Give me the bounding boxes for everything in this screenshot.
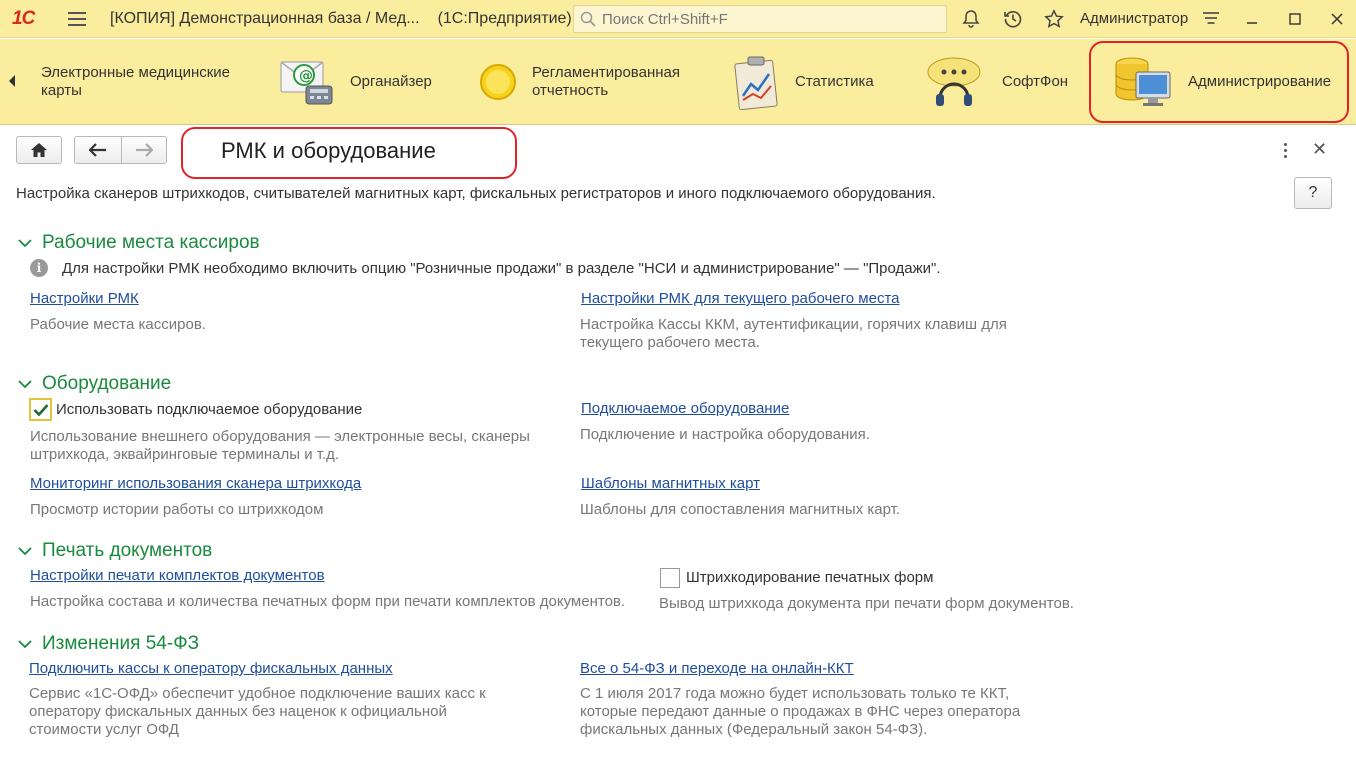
group-title: Рабочие места кассиров — [42, 232, 260, 253]
rmk-settings-link[interactable]: Настройки РМК — [30, 290, 139, 307]
note-line: Использование внешнего оборудования — эл… — [30, 428, 530, 445]
settings-menu-icon[interactable] — [1200, 8, 1222, 30]
info-text: Для настройки РМК необходимо включить оп… — [62, 259, 941, 277]
svg-text:@: @ — [299, 68, 313, 84]
back-button[interactable] — [74, 136, 122, 164]
notifications-bell-icon[interactable] — [960, 8, 982, 30]
chevron-down-icon — [18, 239, 32, 248]
section-medical-cards[interactable]: Электронные медицинские карты — [41, 39, 241, 125]
note-line: Сервис «1С-ОФД» обеспечит удобное подклю… — [29, 685, 486, 702]
about-54fz-note: С 1 июля 2017 года можно будет использов… — [580, 685, 1020, 739]
group-54fz-header[interactable]: Изменения 54-ФЗ — [18, 633, 199, 655]
database-title: [КОПИЯ] Демонстрационная база / Мед... — [110, 10, 420, 27]
platform-title: (1С:Предприятие) — [437, 10, 572, 27]
connect-ofd-link[interactable]: Подключить кассы к оператору фискальных … — [29, 660, 393, 677]
note-line: текущего рабочего места. — [580, 334, 760, 351]
group-title: Оборудование — [42, 373, 172, 394]
scroll-left-arrow-icon[interactable] — [6, 73, 18, 89]
barcode-print-forms-label[interactable]: Штрихкодирование печатных форм — [686, 569, 933, 586]
favorites-star-icon[interactable] — [1043, 8, 1065, 30]
forward-button[interactable] — [121, 136, 167, 164]
reporting-icon — [480, 64, 516, 100]
more-actions-icon[interactable] — [1278, 140, 1292, 160]
group-printing-header[interactable]: Печать документов — [18, 540, 212, 562]
title-highlight — [181, 127, 517, 179]
rmk-current-workplace-link[interactable]: Настройки РМК для текущего рабочего мест… — [581, 290, 900, 307]
section-label: Статистика — [795, 73, 874, 90]
group-cashiers-header[interactable]: Рабочие места кассиров — [18, 232, 260, 254]
note-line: стоимости услуг ОФД — [29, 721, 179, 738]
search-icon — [580, 11, 596, 27]
group-title: Печать документов — [42, 540, 213, 561]
connected-equipment-note: Подключение и настройка оборудования. — [580, 426, 870, 443]
section-statistics[interactable]: Статистика — [733, 39, 874, 125]
connect-ofd-note: Сервис «1С-ОФД» обеспечит удобное подклю… — [29, 685, 486, 739]
group-equipment-header[interactable]: Оборудование — [18, 373, 171, 395]
section-label: СофтФон — [1002, 73, 1069, 90]
chevron-down-icon — [18, 547, 32, 556]
help-button[interactable]: ? — [1294, 177, 1332, 209]
checkmark-icon — [33, 403, 48, 416]
section-label: Органайзер — [350, 73, 432, 90]
about-54fz-link[interactable]: Все о 54-ФЗ и переходе на онлайн-ККТ — [580, 660, 854, 677]
section-regulated-reporting[interactable]: Регламентированная отчетность — [478, 39, 702, 125]
forward-arrow-icon — [136, 143, 153, 157]
note-line: штрихкода, эквайринговые терминалы и т.д… — [30, 446, 340, 463]
barcode-print-forms-checkbox[interactable] — [660, 568, 680, 588]
print-sets-settings-note: Настройка состава и количества печатных … — [30, 593, 626, 610]
note-line: С 1 июля 2017 года можно будет использов… — [580, 685, 1010, 702]
search-input[interactable] — [602, 10, 932, 28]
chevron-down-icon — [18, 640, 32, 649]
search-box[interactable] — [573, 5, 947, 33]
note-line: фискальных данных (Федеральный закон 54-… — [580, 721, 928, 738]
rmk-settings-note: Рабочие места кассиров. — [30, 316, 206, 333]
use-equipment-note: Использование внешнего оборудования — эл… — [30, 428, 530, 464]
use-equipment-checkbox[interactable] — [29, 398, 52, 421]
section-label: Электронные медицинские карты — [41, 64, 231, 99]
window-close-icon[interactable] — [1326, 8, 1348, 30]
print-sets-settings-link[interactable]: Настройки печати комплектов документов — [30, 567, 325, 584]
note-line: Настройка Кассы ККМ, аутентификации, гор… — [580, 316, 1007, 333]
note-line: оператору фискальных данных без наценок … — [29, 703, 447, 720]
active-section-highlight — [1089, 41, 1349, 123]
info-message: i Для настройки РМК необходимо включить … — [30, 259, 941, 277]
maximize-icon[interactable] — [1284, 8, 1306, 30]
chevron-down-icon — [18, 380, 32, 389]
note-line: которые передают данные о продажах в ФНС… — [580, 703, 1021, 720]
section-label: Регламентированная отчетность — [532, 64, 680, 99]
connected-equipment-link[interactable]: Подключаемое оборудование — [581, 400, 789, 417]
title-bar: 1С [КОПИЯ] Демонстрационная база / Мед..… — [0, 0, 1356, 38]
barcode-print-forms-note: Вывод штрихкода документа при печати фор… — [659, 595, 1074, 612]
softphone-icon — [927, 57, 981, 106]
section-organizer[interactable]: @ Органайзер — [278, 39, 432, 125]
back-arrow-icon — [89, 143, 106, 157]
form-close-icon[interactable]: ✕ — [1312, 139, 1327, 160]
form-description: Настройка сканеров штрихкодов, считывате… — [16, 185, 936, 202]
info-icon: i — [30, 259, 48, 277]
app-logo[interactable]: 1С — [12, 8, 35, 30]
main-menu-icon[interactable] — [68, 12, 86, 26]
sections-panel: Электронные медицинские карты @ Органайз… — [0, 39, 1356, 125]
statistics-icon — [734, 56, 778, 110]
current-user[interactable]: Администратор — [1080, 10, 1188, 27]
section-softphone[interactable]: СофтФон — [926, 39, 1068, 125]
minimize-icon[interactable] — [1241, 8, 1263, 30]
magnetic-card-templates-link[interactable]: Шаблоны магнитных карт — [581, 475, 760, 492]
barcode-monitoring-link[interactable]: Мониторинг использования сканера штрихко… — [30, 475, 361, 492]
home-icon — [31, 143, 47, 157]
magnetic-card-templates-note: Шаблоны для сопоставления магнитных карт… — [580, 501, 901, 518]
window-title: [КОПИЯ] Демонстрационная база / Мед... (1… — [110, 10, 572, 28]
history-icon[interactable] — [1002, 8, 1024, 30]
organizer-icon: @ — [280, 61, 333, 105]
barcode-monitoring-note: Просмотр истории работы со штрихкодом — [30, 501, 324, 518]
use-equipment-label[interactable]: Использовать подключаемое оборудование — [56, 401, 362, 418]
group-title: Изменения 54-ФЗ — [42, 633, 200, 654]
home-button[interactable] — [16, 136, 62, 164]
rmk-current-workplace-note: Настройка Кассы ККМ, аутентификации, гор… — [580, 316, 1007, 352]
